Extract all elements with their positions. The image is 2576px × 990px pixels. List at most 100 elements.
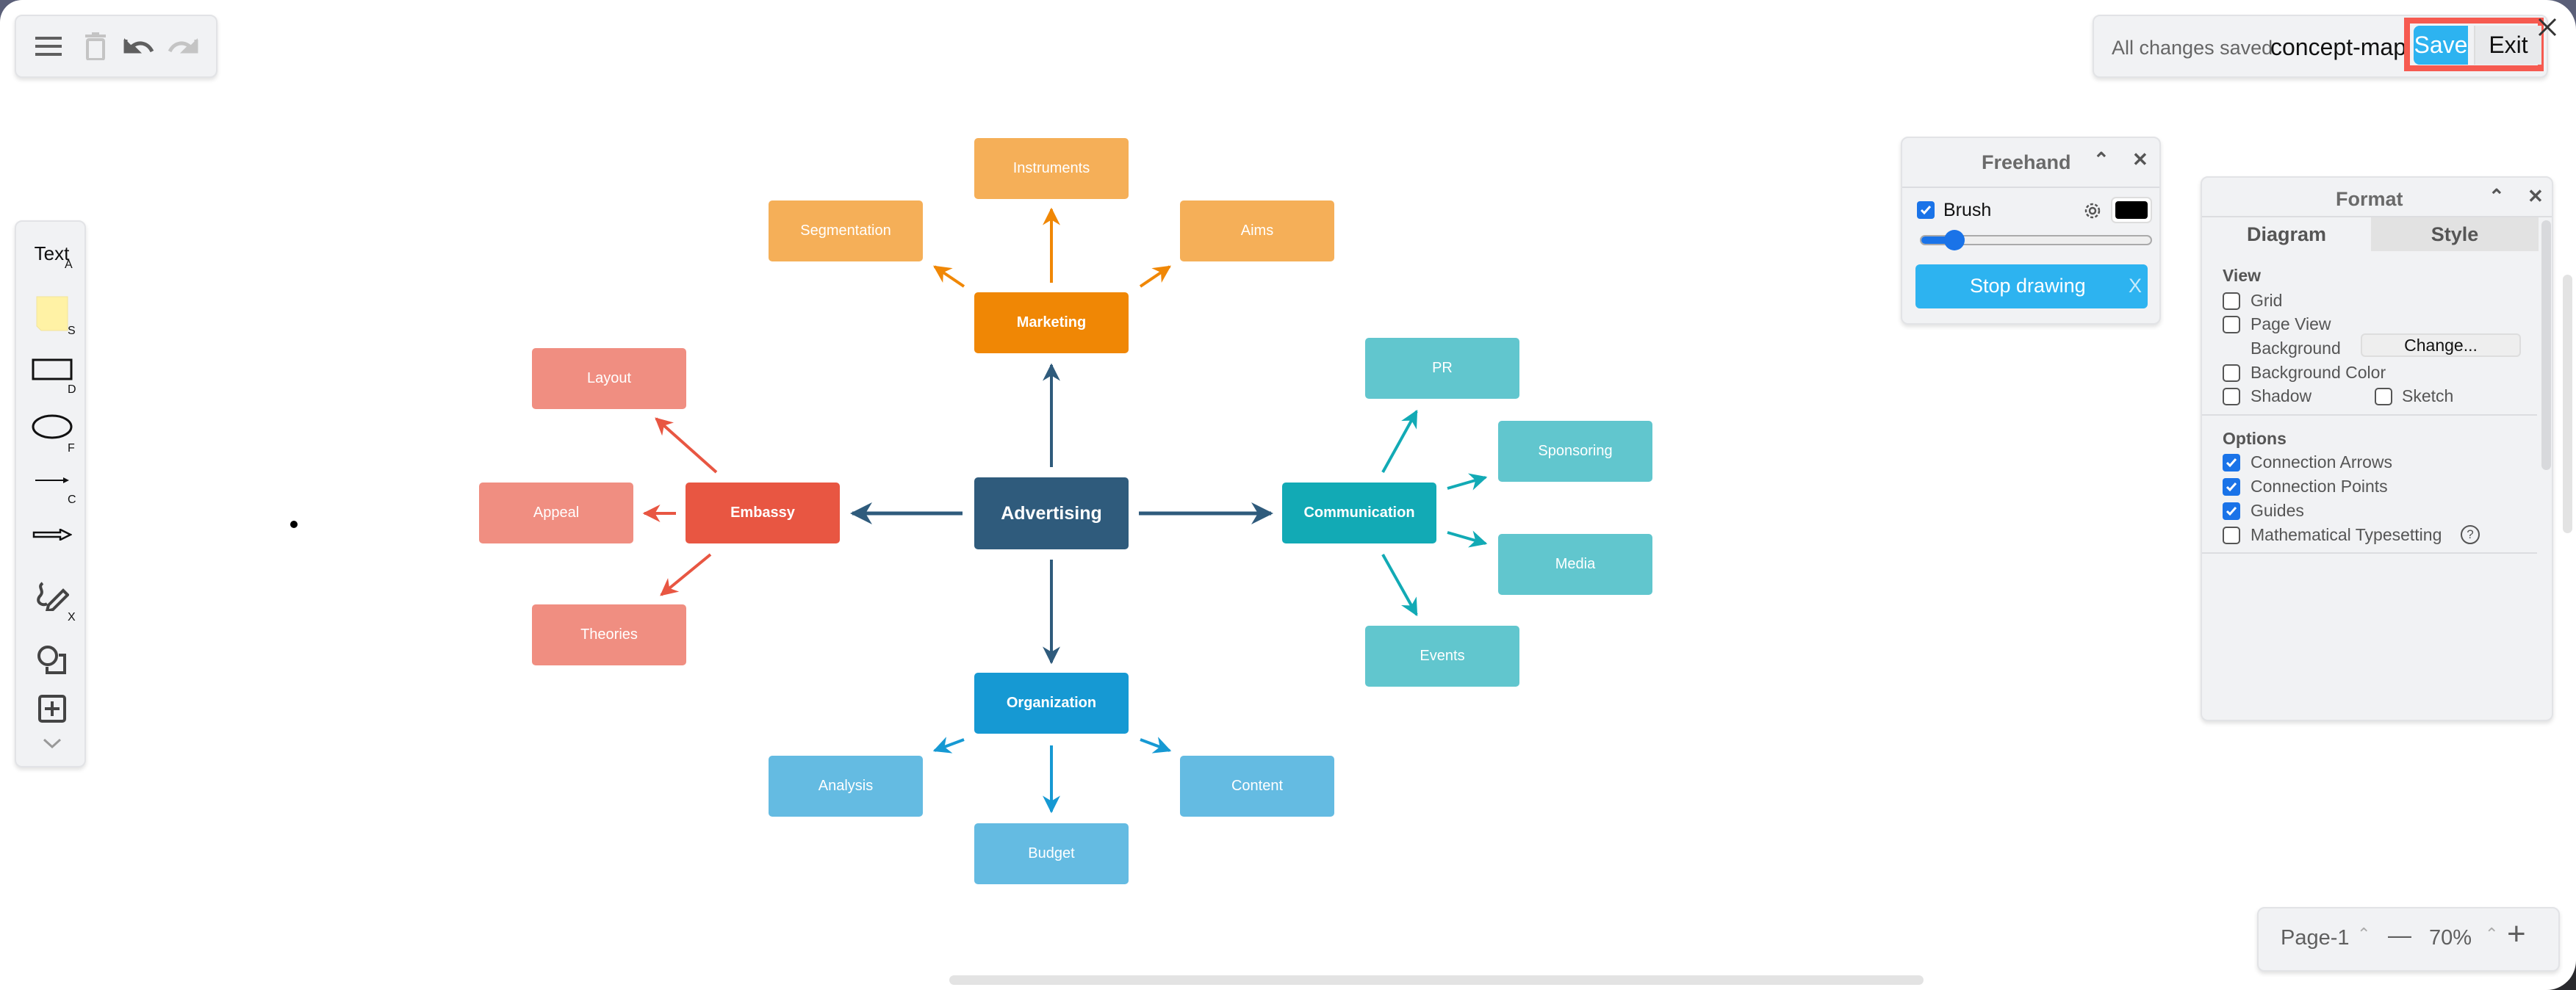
background-color-label: Background Color	[2251, 363, 2386, 382]
node-media[interactable]: Media	[1498, 534, 1652, 595]
grid-checkbox[interactable]	[2223, 292, 2240, 310]
chevron-up-icon[interactable]: ⌃	[2485, 925, 2498, 944]
file-name[interactable]: concept-map	[2270, 34, 2406, 61]
tool-more[interactable]	[16, 737, 87, 749]
node-theories[interactable]: Theories	[532, 604, 686, 665]
hamburger-menu-icon	[35, 37, 62, 56]
change-background-button[interactable]: Change...	[2361, 333, 2521, 357]
edge-marketing-segmentation	[933, 265, 965, 288]
node-label: Analysis	[818, 778, 874, 794]
freehand-pencil-icon	[36, 582, 69, 611]
menu-button[interactable]	[32, 29, 66, 63]
node-analysis[interactable]: Analysis	[769, 756, 923, 817]
tool-sticky-note[interactable]: S	[16, 295, 87, 337]
tool-arrow[interactable]	[16, 529, 87, 541]
undo-button[interactable]	[122, 29, 156, 63]
zoom-out-button[interactable]: —	[2388, 922, 2411, 949]
zoom-in-button[interactable]: +	[2507, 916, 2526, 953]
node-organization[interactable]: Organization	[974, 673, 1129, 734]
tool-rectangle[interactable]: D	[16, 358, 87, 396]
close-icon[interactable]: ✕	[2528, 185, 2544, 208]
node-instruments[interactable]: Instruments	[974, 138, 1129, 199]
edge-organization-analysis	[932, 737, 965, 754]
delete-button[interactable]	[79, 29, 113, 63]
zoom-level[interactable]: 70%	[2429, 926, 2472, 950]
panel-scrollbar[interactable]	[2541, 220, 2551, 470]
tab-diagram[interactable]: Diagram	[2202, 217, 2371, 251]
shortcut-label: C	[68, 494, 76, 506]
node-aims[interactable]: Aims	[1180, 200, 1334, 261]
node-advertising[interactable]: Advertising	[974, 477, 1129, 549]
brush-color-swatch	[2115, 201, 2148, 219]
tab-style[interactable]: Style	[2371, 217, 2539, 251]
node-marketing[interactable]: Marketing	[974, 292, 1129, 353]
edge-communication-pr	[1381, 409, 1418, 473]
background-color-checkbox[interactable]	[2223, 364, 2240, 382]
redo-button[interactable]	[166, 29, 200, 63]
node-segmentation[interactable]: Segmentation	[769, 200, 923, 261]
node-label: Layout	[586, 370, 632, 386]
gear-icon[interactable]	[2083, 201, 2102, 220]
rectangle-icon	[32, 358, 72, 380]
node-sponsoring[interactable]: Sponsoring	[1498, 421, 1652, 482]
node-label: Media	[1555, 556, 1596, 572]
node-appeal[interactable]: Appeal	[479, 483, 633, 543]
divider	[2202, 552, 2537, 554]
collapse-icon[interactable]: ⌃	[2489, 185, 2505, 208]
tool-line[interactable]: C	[16, 476, 87, 506]
node-label: PR	[1432, 360, 1453, 376]
node-pr[interactable]: PR	[1365, 338, 1519, 399]
panel-title: Freehand	[1982, 151, 2071, 173]
node-label: Advertising	[1001, 502, 1102, 524]
options-heading: Options	[2223, 429, 2287, 448]
guides-checkbox[interactable]	[2223, 502, 2240, 520]
brush-color-button[interactable]	[2111, 197, 2152, 223]
node-budget[interactable]: Budget	[974, 823, 1129, 884]
node-label: Sponsoring	[1538, 443, 1613, 459]
page-view-checkbox[interactable]	[2223, 316, 2240, 333]
shapes-icon	[37, 646, 66, 674]
save-status: All changes saved	[2112, 37, 2273, 59]
close-icon[interactable]: X	[2129, 275, 2142, 297]
math-typesetting-label: Mathematical Typesetting	[2251, 525, 2442, 544]
close-icon[interactable]	[2536, 16, 2558, 45]
page-zoom-control: Page-1 ⌃ — 70% ⌃ +	[2257, 907, 2560, 972]
collapse-icon[interactable]: ⌃	[2093, 148, 2109, 171]
save-button[interactable]: Save	[2414, 26, 2468, 65]
help-icon[interactable]: ?	[2461, 525, 2480, 544]
brush-size-slider[interactable]	[1920, 230, 2152, 250]
node-layout[interactable]: Layout	[532, 348, 686, 409]
page-selector[interactable]: Page-1	[2281, 926, 2350, 950]
tool-text[interactable]: Text A	[16, 242, 87, 271]
tool-freehand[interactable]: X	[16, 582, 87, 624]
sketch-checkbox[interactable]	[2375, 388, 2392, 405]
shadow-checkbox[interactable]	[2223, 388, 2240, 405]
connection-arrows-checkbox[interactable]	[2223, 454, 2240, 471]
node-embassy[interactable]: Embassy	[686, 483, 840, 543]
tool-shapes[interactable]	[16, 645, 87, 676]
stop-drawing-button[interactable]: Stop drawing X	[1915, 264, 2148, 308]
connection-points-checkbox[interactable]	[2223, 478, 2240, 496]
brush-label: Brush	[1943, 200, 1992, 220]
freehand-dot[interactable]	[290, 521, 298, 528]
tool-ellipse[interactable]: F	[16, 414, 87, 455]
tool-insert[interactable]	[16, 695, 87, 723]
vertical-scrollbar[interactable]	[2563, 275, 2572, 533]
connection-points-label: Connection Points	[2251, 477, 2388, 496]
horizontal-scrollbar[interactable]	[949, 975, 1924, 985]
brush-checkbox[interactable]	[1917, 201, 1935, 219]
node-events[interactable]: Events	[1365, 626, 1519, 687]
slider-thumb[interactable]	[1944, 230, 1965, 250]
panel-title: Format	[2336, 188, 2403, 210]
math-typesetting-checkbox[interactable]	[2223, 527, 2240, 544]
chevron-up-icon[interactable]: ⌃	[2357, 925, 2370, 944]
node-label: Budget	[1028, 845, 1075, 861]
node-label: Marketing	[1016, 314, 1087, 330]
node-label: Segmentation	[800, 223, 891, 239]
exit-button[interactable]: Exit	[2474, 26, 2541, 65]
node-communication[interactable]: Communication	[1282, 483, 1436, 543]
sketch-label: Sketch	[2402, 386, 2454, 405]
arrow-icon	[32, 529, 72, 541]
node-content[interactable]: Content	[1180, 756, 1334, 817]
close-icon[interactable]: ✕	[2132, 148, 2148, 171]
